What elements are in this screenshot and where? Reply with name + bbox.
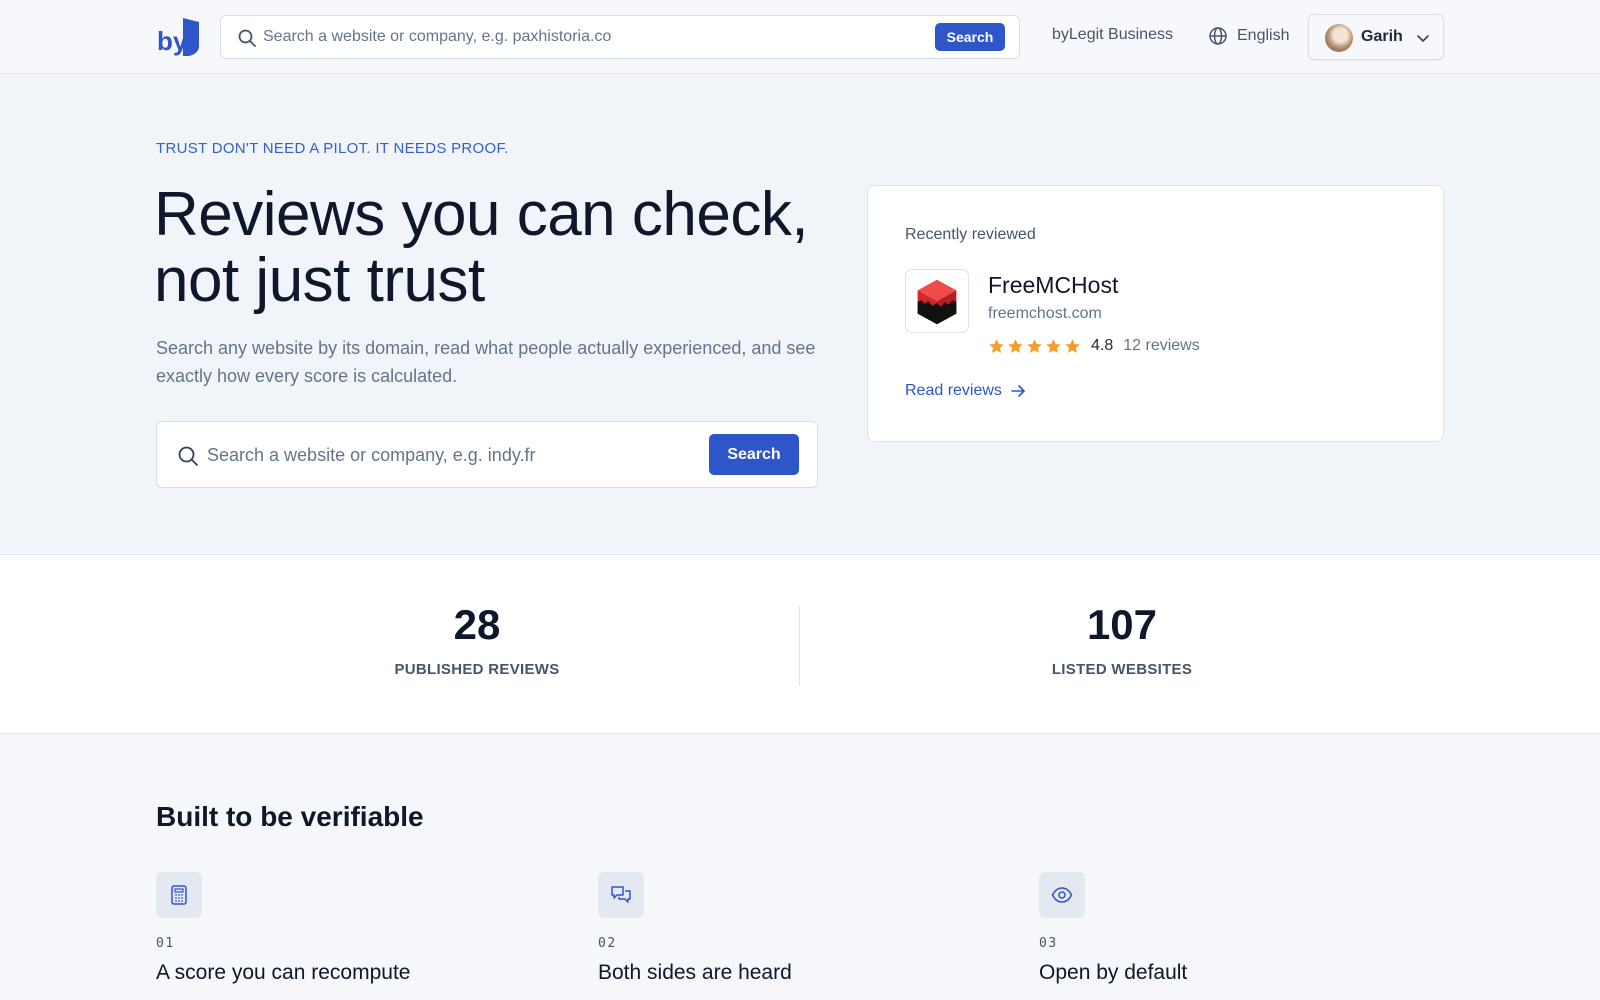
rating-value: 4.8 <box>1091 337 1114 354</box>
stats-band: 28 PUBLISHED REVIEWS 107 LISTED WEBSITES <box>0 554 1600 734</box>
stat-label: PUBLISHED REVIEWS <box>394 661 560 678</box>
avatar <box>1325 24 1353 52</box>
stat-value: 28 <box>453 601 501 648</box>
site-name[interactable]: FreeMCHost <box>988 272 1118 299</box>
read-reviews-label: Read reviews <box>905 382 1002 399</box>
feature-icon-tile <box>598 872 644 918</box>
calculator-icon <box>171 885 187 905</box>
language-selector[interactable]: English <box>1208 24 1289 48</box>
feature-title: A score you can recompute <box>156 961 411 984</box>
logo-text: by <box>157 26 188 56</box>
read-reviews-link[interactable]: Read reviews <box>905 382 1026 400</box>
user-menu-button[interactable]: Garih <box>1308 14 1444 60</box>
search-icon <box>238 29 256 47</box>
hero-eyebrow: TRUST DON'T NEED A PILOT. IT NEEDS PROOF… <box>156 140 509 157</box>
stat-value: 107 <box>1086 601 1158 648</box>
star-icon <box>1027 338 1042 353</box>
recently-reviewed-card: Recently reviewed FreeMCHost freemchost.… <box>867 185 1444 442</box>
star-rating <box>988 338 1081 355</box>
search-icon <box>178 446 198 466</box>
review-count: 12 reviews <box>1123 337 1200 354</box>
header-search-bar: Search <box>220 15 1020 59</box>
stat-listed-websites: 107 LISTED WEBSITES <box>922 601 1322 678</box>
section-title: Built to be verifiable <box>156 801 424 832</box>
language-label: English <box>1237 27 1290 44</box>
cube-logo-icon <box>917 279 957 325</box>
stat-published-reviews: 28 PUBLISHED REVIEWS <box>277 601 677 678</box>
bylegit-logo[interactable]: by <box>157 16 201 58</box>
stat-divider <box>799 606 800 686</box>
feature-item: 02 Both sides are heard <box>598 872 998 985</box>
header-search-input[interactable] <box>263 24 943 50</box>
feature-title: Both sides are heard <box>598 961 792 984</box>
site-domain: freemchost.com <box>988 305 1102 322</box>
feature-icon-tile <box>156 872 202 918</box>
feature-item: 03 Open by default <box>1039 872 1439 985</box>
rating-row: 4.8 12 reviews <box>988 336 1200 356</box>
feature-number: 01 <box>156 936 175 951</box>
business-link[interactable]: byLegit Business <box>1052 26 1173 44</box>
arrow-right-icon <box>1011 385 1025 397</box>
user-name: Garih <box>1361 28 1403 45</box>
hero-search-bar: Search <box>156 421 818 488</box>
feature-item: 01 A score you can recompute <box>156 872 556 985</box>
feature-number: 02 <box>598 936 617 951</box>
globe-icon <box>1209 27 1227 45</box>
chat-bubbles-icon <box>611 886 631 903</box>
chevron-down-icon <box>1417 35 1429 42</box>
feature-title: Open by default <box>1039 961 1188 984</box>
hero-search-button[interactable]: Search <box>709 434 799 475</box>
features-section: Built to be verifiable 01 A score you ca… <box>0 735 1600 1000</box>
star-icon <box>1046 338 1061 353</box>
top-header: by Search byLegit Business English Garih <box>0 0 1600 74</box>
site-logo[interactable] <box>905 269 969 333</box>
feature-number: 03 <box>1039 936 1058 951</box>
hero-search-input[interactable] <box>207 442 707 468</box>
hero-subtitle: Search any website by its domain, read w… <box>156 338 816 386</box>
header-search-button[interactable]: Search <box>935 23 1005 51</box>
recently-reviewed-label: Recently reviewed <box>905 226 1036 243</box>
feature-icon-tile <box>1039 872 1085 918</box>
star-icon <box>989 338 1004 353</box>
eye-icon <box>1051 887 1073 903</box>
star-icon <box>1008 338 1023 353</box>
stat-label: LISTED WEBSITES <box>1051 661 1193 678</box>
hero-title: Reviews you can check, not just trust <box>154 180 809 315</box>
star-icon <box>1065 338 1080 353</box>
